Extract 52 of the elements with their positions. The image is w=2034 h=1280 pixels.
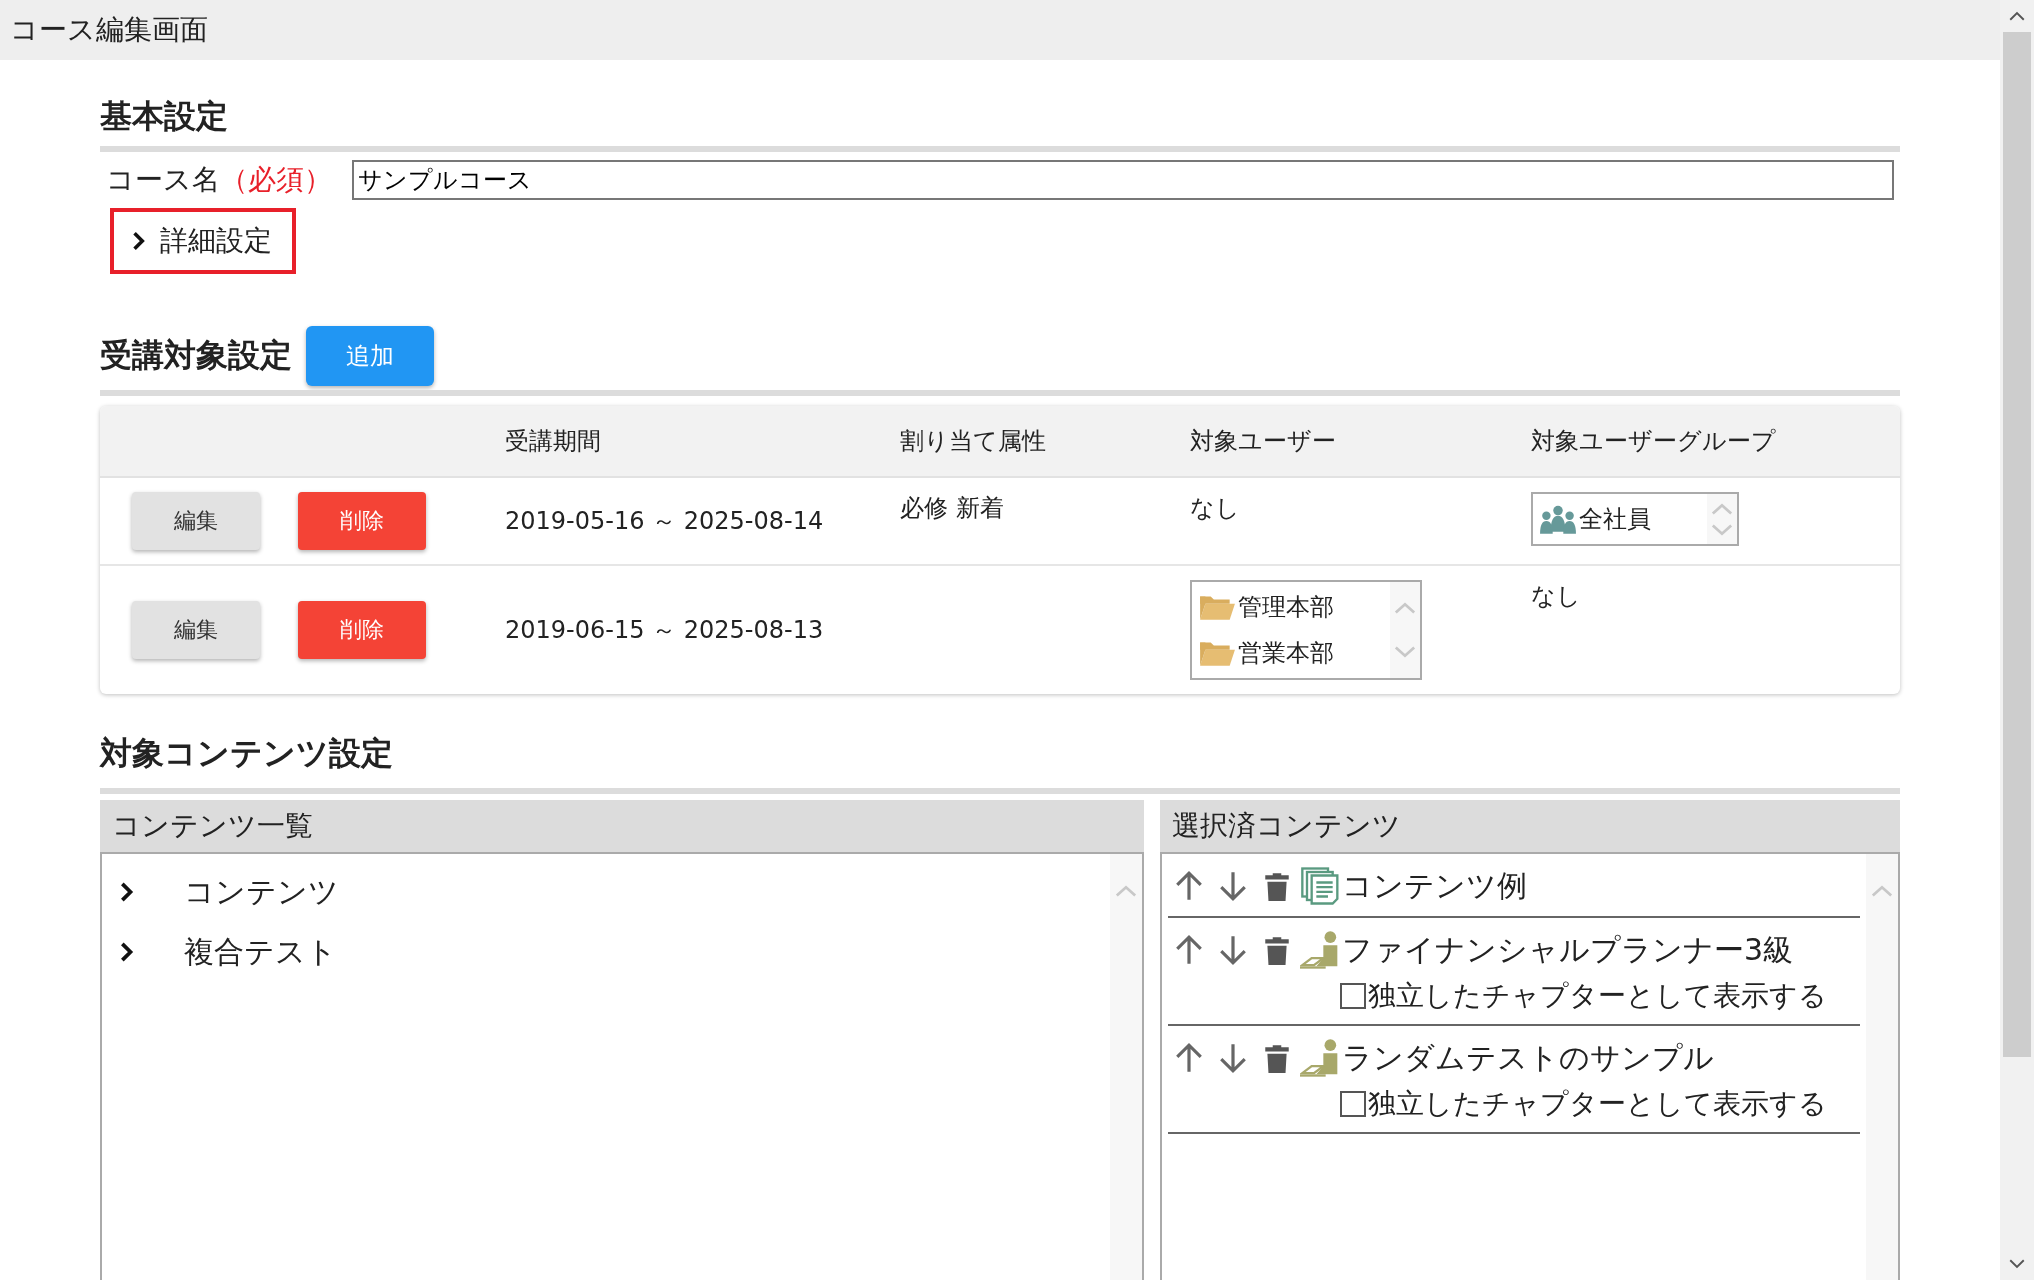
delete-button[interactable]: 削除 xyxy=(298,492,426,550)
chapter-checkbox[interactable]: 独立したチャプターとして表示する xyxy=(1340,974,1860,1018)
delete-button[interactable]: 削除 xyxy=(298,601,426,659)
tree-item[interactable]: 複合テスト xyxy=(102,922,357,982)
chapter-checkbox[interactable]: 独立したチャプターとして表示する xyxy=(1340,1082,1860,1126)
details-toggle[interactable]: 詳細設定 xyxy=(110,208,296,274)
panel-title: コンテンツ一覧 xyxy=(112,808,313,844)
down-arrow-icon[interactable] xyxy=(1218,870,1248,902)
edit-button[interactable]: 編集 xyxy=(132,492,260,550)
column-header: 対象ユーザーグループ xyxy=(1531,427,1776,455)
section-heading: 受講対象設定 xyxy=(100,335,292,376)
trash-icon[interactable] xyxy=(1264,934,1290,966)
page-scrollbar[interactable] xyxy=(2000,0,2034,1280)
section-heading: 基本設定 xyxy=(100,96,228,137)
up-arrow-icon[interactable] xyxy=(1174,1042,1204,1074)
caret-icon xyxy=(132,231,146,251)
tree-item[interactable]: コンテンツ xyxy=(102,862,359,922)
table-cell-text: 2019-05-16 ～ 2025-08-14 xyxy=(505,506,824,537)
list-item[interactable]: 営業本部 xyxy=(1198,632,1384,674)
caret-icon xyxy=(120,881,134,903)
up-arrow-icon[interactable] xyxy=(1174,870,1204,902)
caret-icon xyxy=(120,941,134,963)
documents-icon xyxy=(1300,866,1342,906)
list-item[interactable]: 全社員 xyxy=(1539,498,1701,540)
table-cell-text: 2019-06-15 ～ 2025-08-13 xyxy=(505,615,824,646)
column-header: 受講期間 xyxy=(505,427,601,455)
content-item-title: コンテンツ例 xyxy=(1342,866,1527,905)
content-item-title: ランダムテストのサンプル xyxy=(1342,1038,1714,1077)
content-item-title: ファイナンシャルプランナー3級 xyxy=(1342,930,1794,969)
list-item[interactable]: 管理本部 xyxy=(1198,586,1384,628)
scrollbar-thumb[interactable] xyxy=(2003,32,2031,1057)
trash-icon[interactable] xyxy=(1264,1042,1290,1074)
list-box[interactable]: 管理本部 営業本部 xyxy=(1190,580,1422,680)
down-arrow-icon[interactable] xyxy=(1218,1042,1248,1074)
chevron-up-icon[interactable] xyxy=(2008,10,2026,22)
field-label: コース名（必須） xyxy=(106,162,332,198)
table-cell-text: 必修 新着 xyxy=(900,493,1004,524)
window-title: コース編集画面 xyxy=(10,12,208,48)
table-cell-text: なし xyxy=(1190,493,1240,524)
table-cell-text: なし xyxy=(1531,581,1581,612)
column-header: 割り当て属性 xyxy=(900,427,1046,455)
edit-button[interactable]: 編集 xyxy=(132,601,260,659)
column-header: 対象ユーザー xyxy=(1190,427,1336,455)
people-group-icon xyxy=(1539,504,1577,534)
section-heading: 対象コンテンツ設定 xyxy=(100,733,393,774)
up-arrow-icon[interactable] xyxy=(1174,934,1204,966)
chevron-down-icon[interactable] xyxy=(2008,1258,2026,1270)
down-arrow-icon[interactable] xyxy=(1218,934,1248,966)
panel-title: 選択済コンテンツ xyxy=(1172,808,1401,844)
course-name-field[interactable]: サンプルコース xyxy=(352,160,1894,200)
list-box[interactable]: 全社員 xyxy=(1531,492,1739,546)
trash-icon[interactable] xyxy=(1264,870,1290,902)
